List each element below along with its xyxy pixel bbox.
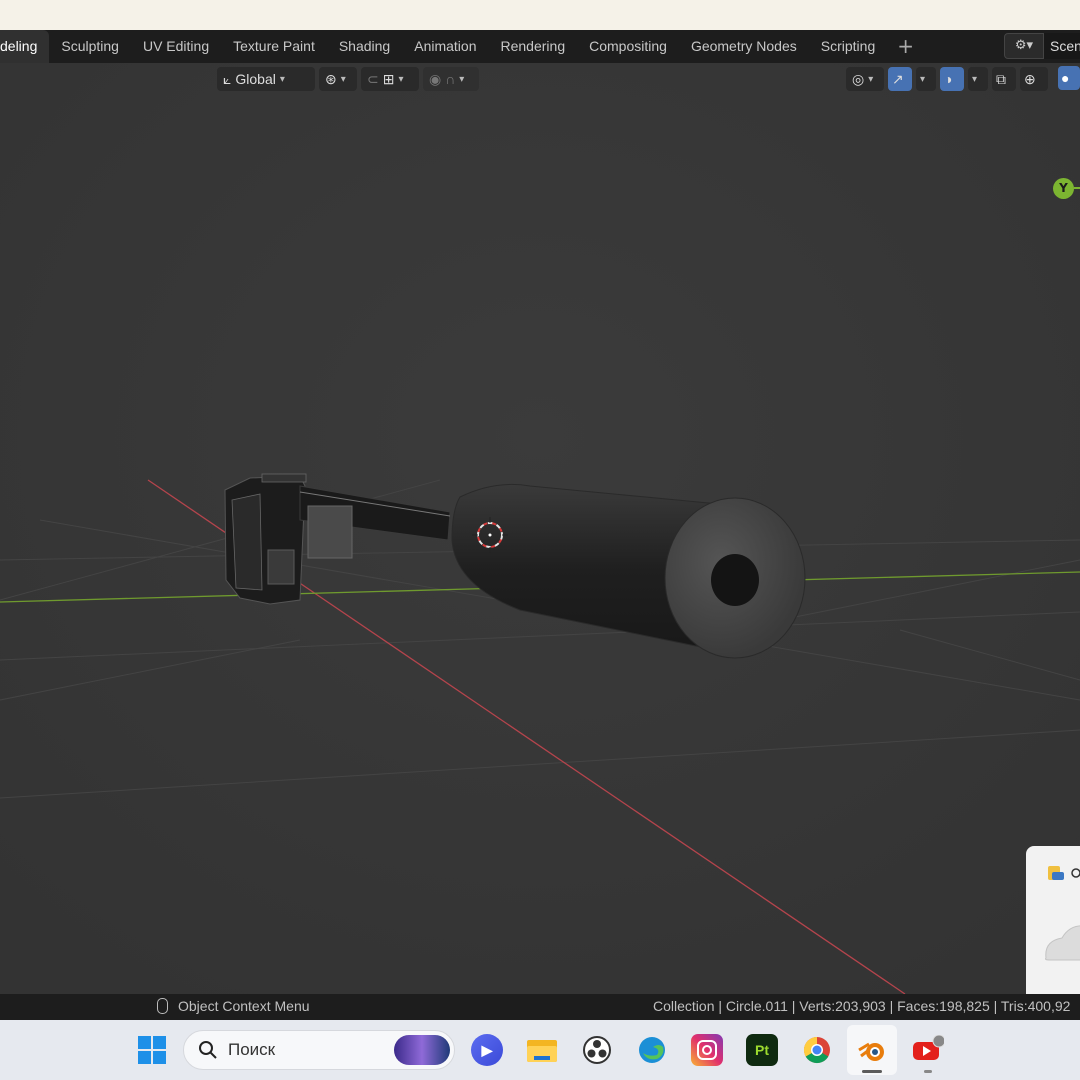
notification-content — [1045, 866, 1080, 961]
blender-logo-icon — [858, 1042, 884, 1061]
overlays-toggle[interactable]: ◑ — [940, 67, 964, 91]
snapping-toggle[interactable]: ⊂ ⊞ ▾ — [361, 67, 419, 91]
falloff-icon: ∩ — [445, 71, 456, 87]
tab-shading[interactable]: Shading — [327, 30, 402, 63]
windows-start-icon[interactable] — [136, 1034, 168, 1066]
snap-increment-icon: ⊞ — [382, 70, 395, 87]
running-indicator — [862, 1070, 882, 1073]
eye-icon: ◎ — [852, 70, 865, 87]
chevron-down-icon: ▾ — [340, 73, 346, 85]
window-title-bar — [0, 0, 1080, 30]
chevron-down-icon: ▾ — [279, 73, 285, 85]
tab-rendering[interactable]: Rendering — [489, 30, 578, 63]
chevron-down-icon: ▾ — [972, 73, 978, 85]
tab-animation[interactable]: Animation — [402, 30, 488, 63]
youtube-app-icon[interactable] — [912, 1034, 944, 1066]
blender-app-icon[interactable] — [856, 1034, 888, 1066]
status-hint-label: Object Context Menu — [178, 998, 310, 1014]
wireframe-icon: ⊕ — [1024, 70, 1036, 87]
visibility-dropdown[interactable]: ◎ ▾ — [846, 67, 884, 91]
chevron-down-icon: ▾ — [398, 73, 404, 85]
xray-toggle[interactable]: ⧉ — [992, 67, 1016, 91]
tab-modeling[interactable]: deling — [0, 30, 50, 63]
pivot-point-dropdown[interactable]: ⊛ ▾ — [319, 67, 357, 91]
chevron-down-icon: ▾ — [459, 73, 465, 85]
obs-studio-icon[interactable] — [581, 1034, 613, 1066]
wireframe-shading-button[interactable]: ⊕ — [1020, 67, 1048, 91]
notification-popup[interactable] — [1026, 846, 1080, 1002]
solid-sphere-icon: ● — [1061, 70, 1070, 86]
running-indicator — [924, 1070, 932, 1073]
search-icon — [199, 1041, 217, 1059]
overlays-dropdown[interactable]: ▾ — [968, 67, 988, 91]
edge-logo-icon — [639, 1037, 665, 1063]
tab-compositing[interactable]: Compositing — [577, 30, 679, 63]
scene-icon[interactable]: ⚙▾ — [1004, 33, 1044, 59]
solid-shading-button[interactable]: ● — [1058, 66, 1080, 90]
instagram-icon[interactable] — [691, 1034, 723, 1066]
tab-uv-editing[interactable]: UV Editing — [131, 30, 221, 63]
chevron-down-icon: ▾ — [868, 73, 874, 85]
instagram-logo-icon — [697, 1040, 717, 1060]
meet-app-icon[interactable]: ▶ — [471, 1034, 503, 1066]
orientation-icon: ⟀ — [223, 70, 232, 87]
proportional-icon: ◉ — [429, 70, 442, 87]
gizmo-icon: ↗ — [892, 70, 904, 87]
navigation-gizmo-y-axis[interactable]: Y — [1053, 178, 1074, 199]
xray-icon: ⧉ — [996, 70, 1006, 87]
proportional-editing-toggle[interactable]: ◉ ∩ ▾ — [423, 67, 479, 91]
chevron-down-icon: ▾ — [920, 73, 926, 85]
add-workspace-button[interactable]: + — [887, 30, 924, 63]
chrome-browser-icon[interactable] — [801, 1034, 833, 1066]
3d-viewport[interactable] — [0, 63, 1080, 994]
gizmo-axis-line — [1074, 187, 1080, 189]
scene-name-field[interactable]: Scen — [1044, 33, 1080, 59]
edge-browser-icon[interactable] — [636, 1034, 668, 1066]
search-placeholder: Поиск — [228, 1040, 276, 1059]
folder-icon — [527, 1040, 557, 1062]
mouse-right-click-icon — [157, 998, 168, 1014]
status-hint: Object Context Menu — [157, 998, 310, 1014]
taskbar: Поиск ▶ Pt — [0, 1020, 1080, 1080]
tab-sculpting[interactable]: Sculpting — [49, 30, 131, 63]
camera-icon: ▶ — [481, 1041, 493, 1058]
viewport-tools-right: ◎ ▾ ↗ ▾ ◑ ▾ ⧉ ⊕ — [846, 66, 1048, 92]
search-highlight-image — [394, 1035, 450, 1065]
chrome-logo-icon — [803, 1036, 830, 1064]
tab-geometry-nodes[interactable]: Geometry Nodes — [679, 30, 809, 63]
taskbar-search-box[interactable]: Поиск — [183, 1030, 455, 1070]
scene-statistics: Collection | Circle.011 | Verts:203,903 … — [653, 998, 1071, 1014]
workspace-tabs: deling Sculpting UV Editing Texture Pain… — [0, 30, 1080, 63]
youtube-logo-icon — [913, 1035, 944, 1060]
obs-logo-icon — [583, 1036, 611, 1064]
magnet-icon: ⊂ — [367, 70, 379, 87]
tab-texture-paint[interactable]: Texture Paint — [221, 30, 327, 63]
gizmo-dropdown[interactable]: ▾ — [916, 67, 936, 91]
transform-tools-left: ⟀ Global ▾ ⊛ ▾ ⊂ ⊞ ▾ ◉ ∩ ▾ — [217, 66, 479, 92]
scene-selector[interactable]: ⚙▾ Scen — [1004, 33, 1080, 59]
pivot-icon: ⊛ — [325, 70, 337, 87]
substance-painter-icon[interactable]: Pt — [746, 1034, 778, 1066]
viewport-scene — [0, 63, 1080, 994]
windows-logo-icon — [138, 1036, 166, 1064]
status-bar: Object Context Menu Collection | Circle.… — [0, 994, 1080, 1020]
file-explorer-icon[interactable] — [526, 1034, 558, 1066]
tab-scripting[interactable]: Scripting — [809, 30, 887, 63]
orientation-label: Global — [235, 71, 276, 87]
gizmo-toggle[interactable]: ↗ — [888, 67, 912, 91]
transform-orientation-dropdown[interactable]: ⟀ Global ▾ — [217, 67, 315, 91]
overlays-icon: ◑ — [944, 71, 953, 87]
